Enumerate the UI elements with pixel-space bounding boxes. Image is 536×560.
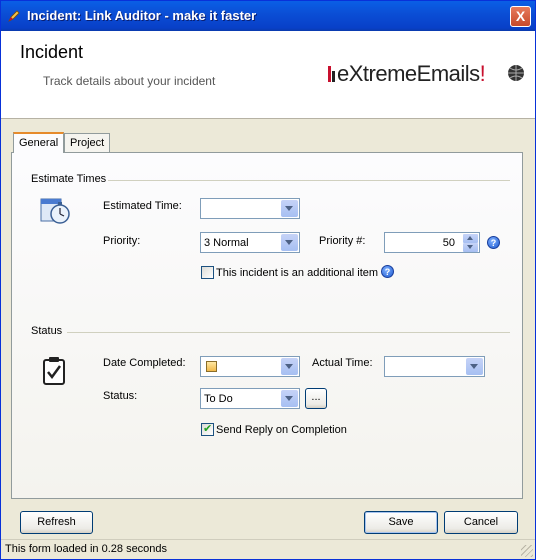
status-bar-text: This form loaded in 0.28 seconds <box>5 543 168 555</box>
chevron-down-icon[interactable] <box>281 358 298 375</box>
spin-down-icon[interactable] <box>463 243 478 252</box>
resize-grip-icon[interactable] <box>521 545 533 557</box>
logo-text: eXtremeEmails! <box>337 61 486 87</box>
status-bar: This form loaded in 0.28 seconds <box>1 539 535 559</box>
logo-text-main: XtremeEmails <box>348 61 480 86</box>
incident-window: Incident: Link Auditor - make it faster … <box>0 0 536 560</box>
estimated-time-label: Estimated Time: <box>103 200 182 212</box>
close-icon: X <box>515 8 526 24</box>
priority-number-stepper[interactable]: 50 <box>384 232 480 253</box>
tab-project-label: Project <box>70 137 105 149</box>
window-title: Incident: Link Auditor - make it faster <box>27 8 257 23</box>
globe-icon <box>508 65 524 81</box>
status-select[interactable]: To Do <box>200 388 300 409</box>
tab-general-label: General <box>19 137 59 149</box>
date-completed-picker[interactable] <box>200 356 300 377</box>
status-group-label: Status <box>31 325 63 337</box>
header-panel: Incident Track details about your incide… <box>1 31 535 119</box>
extremeemails-logo: eXtremeEmails! <box>327 58 527 94</box>
additional-item-checkbox[interactable] <box>201 266 214 279</box>
page-subtitle: Track details about your incident <box>43 74 216 88</box>
title-bar[interactable]: Incident: Link Auditor - make it faster … <box>1 1 535 31</box>
status-value: To Do <box>204 393 233 405</box>
chevron-down-icon[interactable] <box>466 358 483 375</box>
logo-mark-icon <box>328 66 335 82</box>
tab-general[interactable]: General <box>13 132 65 153</box>
priority-value: 3 Normal <box>204 237 249 249</box>
priority-select[interactable]: 3 Normal <box>200 232 300 253</box>
logo-text-prefix: e <box>337 61 349 86</box>
priority-number-label: Priority #: <box>319 235 366 247</box>
close-button[interactable]: X <box>510 6 531 27</box>
send-reply-checkbox[interactable] <box>201 422 214 436</box>
logo-text-suffix: ! <box>479 61 486 86</box>
stopwatch-calendar-icon <box>40 198 70 224</box>
priority-label: Priority: <box>103 235 141 247</box>
actual-time-label: Actual Time: <box>312 357 373 369</box>
chevron-down-icon[interactable] <box>281 390 298 407</box>
chevron-down-icon[interactable] <box>281 200 298 217</box>
estimate-divider <box>108 180 510 181</box>
actual-time-select[interactable] <box>384 356 485 377</box>
send-reply-label[interactable]: Send Reply on Completion <box>216 424 347 436</box>
help-icon[interactable]: ? <box>381 265 394 278</box>
priority-number-value: 50 <box>442 237 455 249</box>
chevron-down-icon[interactable] <box>281 234 298 251</box>
spin-up-icon[interactable] <box>463 234 478 243</box>
refresh-button[interactable]: Refresh <box>20 511 93 534</box>
pencil-icon <box>8 10 20 22</box>
clipboard-check-icon <box>43 357 65 385</box>
save-button[interactable]: Save <box>364 511 438 534</box>
tab-project[interactable]: Project <box>64 133 111 153</box>
estimate-times-label: Estimate Times <box>31 173 107 185</box>
cancel-button[interactable]: Cancel <box>444 511 518 534</box>
status-ellipsis-button[interactable]: ... <box>305 388 327 409</box>
calendar-swatch-icon <box>206 361 217 372</box>
estimated-time-select[interactable] <box>200 198 300 219</box>
status-label: Status: <box>103 390 138 402</box>
date-completed-label: Date Completed: <box>103 357 186 369</box>
page-title: Incident <box>20 42 84 62</box>
help-icon[interactable]: ? <box>487 236 500 249</box>
additional-item-label[interactable]: This incident is an additional item <box>216 267 378 279</box>
status-divider <box>67 332 510 333</box>
